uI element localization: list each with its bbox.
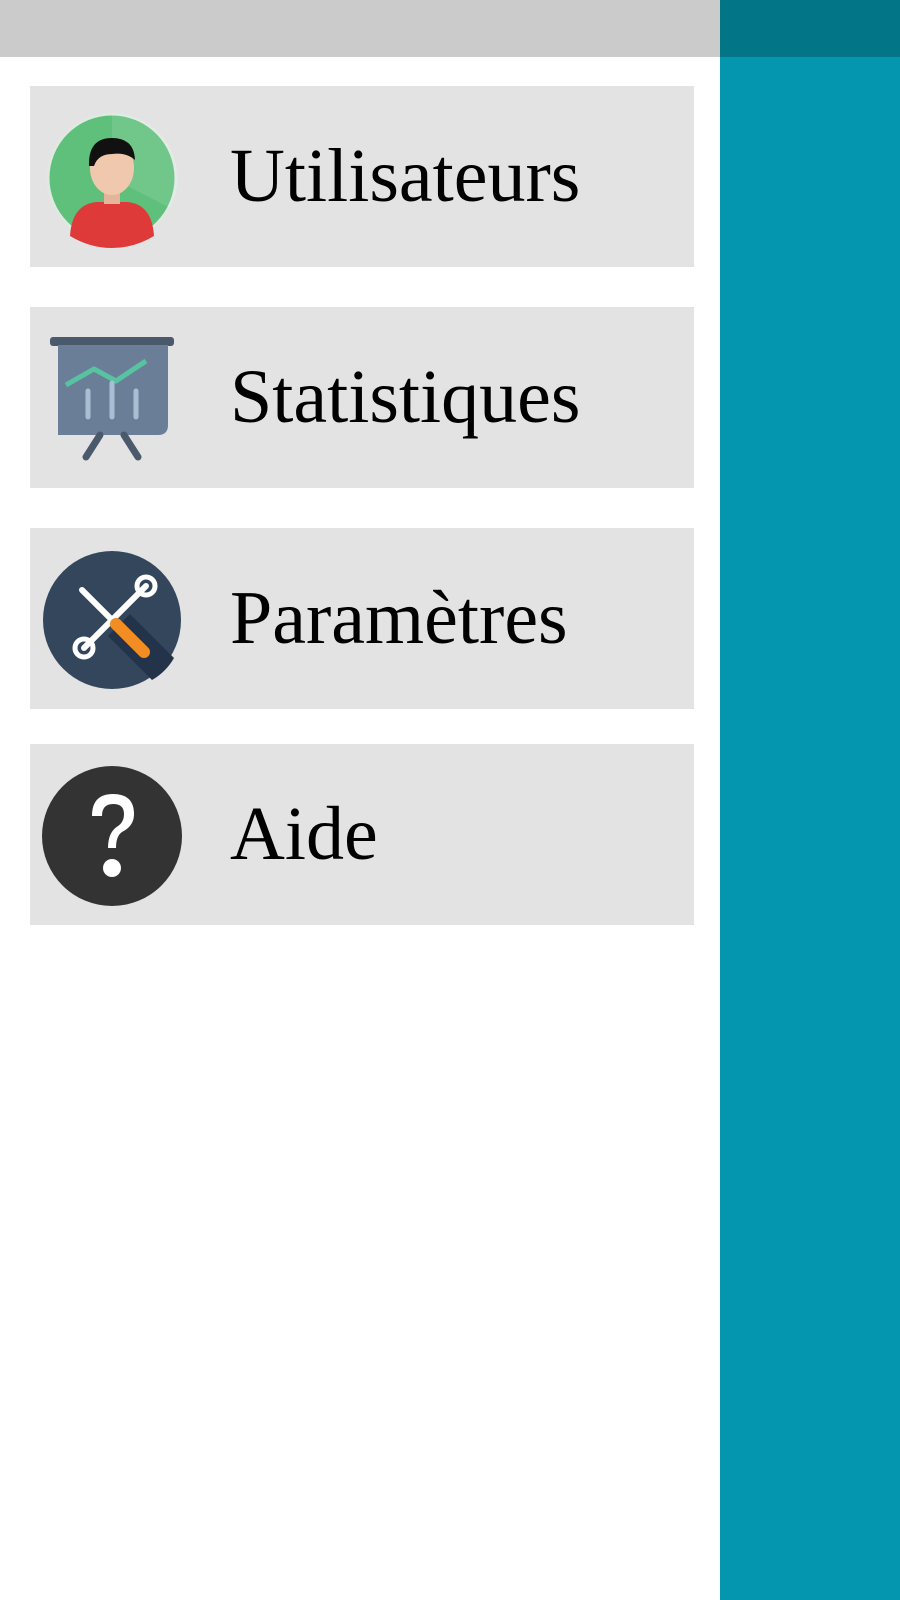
menu-item-label: Paramètres	[230, 576, 568, 660]
menu-item-label: Statistiques	[230, 355, 581, 439]
main-toolbar	[720, 0, 900, 57]
help-question-icon	[42, 766, 182, 906]
navigation-drawer: Utilisateurs Statistiques Paramètres Aid…	[0, 0, 720, 1600]
main-content-area	[720, 0, 900, 1600]
menu-item-statistiques[interactable]: Statistiques	[30, 307, 694, 488]
menu-item-utilisateurs[interactable]: Utilisateurs	[30, 86, 694, 267]
menu-item-aide[interactable]: Aide	[30, 744, 694, 925]
presentation-chart-icon	[42, 329, 182, 469]
menu-item-label: Utilisateurs	[230, 134, 581, 218]
drawer-header	[0, 0, 720, 57]
menu-item-label: Aide	[230, 792, 378, 876]
tools-settings-icon	[42, 550, 182, 690]
user-avatar-icon	[42, 108, 182, 248]
menu-item-parametres[interactable]: Paramètres	[30, 528, 694, 709]
